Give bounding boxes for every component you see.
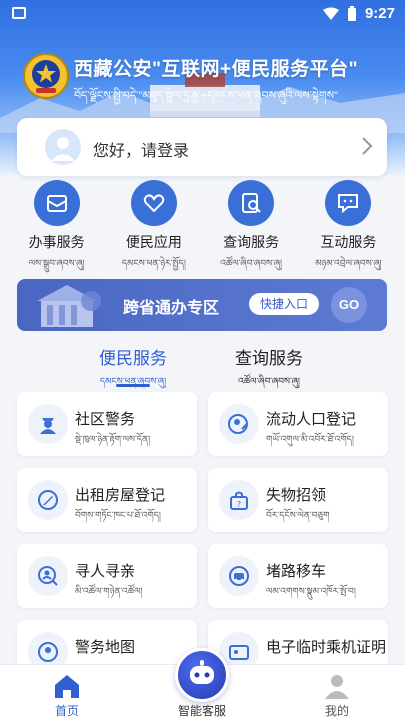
service-card-label: 堵路移车 — [266, 563, 327, 580]
user-icon — [325, 675, 349, 699]
service-card-community-police[interactable]: 社区警务 སྡེ་ཁུལ་ཉེན་རྟོག་ལས་དོན། — [17, 392, 197, 456]
service-label-tibetan: མཉམ་འབྲེལ་ཞབས་ཞུ། — [315, 258, 382, 268]
avatar-icon — [45, 129, 81, 165]
police-emblem-icon — [23, 53, 69, 99]
login-card[interactable]: 您好，请登录 — [17, 118, 387, 176]
banner-title: 跨省通办专区 — [123, 300, 220, 317]
service-card-lost-found[interactable]: ? 失物招领 བོར་དངོས་ལེན་བཅུག — [208, 468, 388, 532]
police-officer-icon — [28, 404, 68, 444]
service-convenience[interactable]: 便民应用 དམངས་ཕན་ཉེར་སྤྱོད། — [109, 180, 199, 270]
tab-indicator — [116, 384, 150, 387]
service-card-move-car[interactable]: 堵路移车 ལམ་འགགས་སྣུམ་འཁོར་སྤོ་བ། — [208, 544, 388, 608]
service-label-tibetan: ལས་སྒྲུབ་ཞབས་ཞུ། — [28, 258, 85, 268]
main-services: 办事服务 ལས་སྒྲུབ་ཞབས་ཞུ། 便民应用 དམངས་ཕན་ཉེར་ས… — [0, 180, 405, 270]
page-title-tibetan: བོད་ལྗོངས་སྤྱི་བདེ་"མཐུད་སྦྲེལ་དྲ་རྒྱ་+ད… — [74, 90, 338, 102]
service-interaction[interactable]: 互动服务 མཉམ་འབྲེལ་ཞབས་ཞུ། — [303, 180, 393, 270]
tab-query[interactable]: 查询服务 འཚོལ་ཞིབ་ཞབས་ཞུ། — [224, 344, 314, 397]
service-card-label: 警务地图 — [75, 639, 136, 656]
service-card-label: 流动人口登记 — [266, 411, 357, 428]
building-illustration — [37, 285, 101, 327]
service-label: 便民应用 — [125, 234, 182, 250]
service-card-floating-population[interactable]: 流动人口登记 གཡོ་འགུལ་མི་འབོར་ཐོ་འགོད། — [208, 392, 388, 456]
nav-label: 我的 — [324, 704, 349, 718]
cross-province-banner[interactable]: 跨省通办专区 快捷入口 GO — [17, 279, 387, 331]
service-card-label: 失物招领 — [266, 487, 327, 504]
wifi-icon — [322, 7, 339, 20]
service-card-label-tibetan: མི་འཚོལ་གཉེན་འཚོལ། — [75, 586, 143, 596]
tab-label: 便民服务 — [99, 349, 167, 368]
nav-label: 智能客服 — [177, 704, 226, 718]
briefcase-icon — [33, 180, 80, 226]
chevron-right-icon — [362, 137, 373, 155]
service-label: 办事服务 — [28, 234, 85, 250]
lost-found-icon: ? — [219, 480, 259, 520]
page-title: 西藏公安"互联网+便民服务平台" — [74, 59, 359, 80]
service-card-label: 社区警务 — [75, 411, 136, 428]
service-card-label: 出租房屋登记 — [75, 487, 166, 504]
tab-convenience[interactable]: 便民服务 དམངས་ཕན་ཞབས་ཞུ། — [88, 344, 178, 397]
battery-icon — [347, 5, 356, 21]
house-edit-icon — [28, 480, 68, 520]
heart-icon — [130, 180, 177, 226]
service-card-label-tibetan: གཡོ་འགུལ་མི་འབོར་ཐོ་འགོད། — [266, 434, 354, 444]
service-card-label-tibetan: ལམ་འགགས་སྣུམ་འཁོར་སྤོ་བ། — [266, 586, 356, 596]
chat-icon — [325, 180, 372, 226]
person-edit-icon — [219, 404, 259, 444]
go-button[interactable]: GO — [331, 287, 367, 323]
status-bar: 9:27 — [0, 0, 405, 28]
tab-label: 查询服务 — [235, 349, 303, 368]
robot-icon[interactable] — [175, 648, 229, 702]
service-card-rental-house[interactable]: 出租房屋登记 བོགས་གཏོང་ཁང་པ་ཐོ་འགོད། — [17, 468, 197, 532]
service-card-label-tibetan: སྡེ་ཁུལ་ཉེན་རྟོག་ལས་དོན། — [75, 434, 151, 444]
login-prompt: 您好，请登录 — [93, 143, 190, 160]
service-card-find-person[interactable]: 寻人寻亲 མི་འཚོལ་གཉེན་འཚོལ། — [17, 544, 197, 608]
svg-text:?: ? — [237, 500, 241, 509]
service-label-tibetan: དམངས་ཕན་ཉེར་སྤྱོད། — [121, 258, 186, 268]
service-query[interactable]: 查询服务 འཚོལ་ཞིབ་ཞབས་ཞུ། — [206, 180, 296, 270]
car-icon — [219, 556, 259, 596]
service-label: 互动服务 — [320, 234, 377, 250]
service-card-label-tibetan: བོར་དངོས་ལེན་བཅུག — [266, 510, 330, 520]
service-label-tibetan: འཚོལ་ཞིབ་ཞབས་ཞུ། — [220, 258, 283, 268]
service-card-label: 电子临时乘机证明 — [266, 639, 387, 656]
service-card-label: 寻人寻亲 — [75, 563, 136, 580]
service-label: 查询服务 — [223, 234, 280, 250]
search-document-icon — [228, 180, 275, 226]
search-person-icon — [28, 556, 68, 596]
quick-entry-button[interactable]: 快捷入口 — [249, 293, 319, 315]
service-office[interactable]: 办事服务 ལས་སྒྲུབ་ཞབས་ཞུ། — [12, 180, 102, 270]
nav-label: 首页 — [54, 704, 79, 718]
service-card-label-tibetan: བོགས་གཏོང་ཁང་པ་ཐོ་འགོད། — [75, 510, 161, 520]
gallery-icon — [12, 7, 26, 19]
home-icon — [55, 675, 79, 698]
status-time: 9:27 — [364, 5, 395, 22]
